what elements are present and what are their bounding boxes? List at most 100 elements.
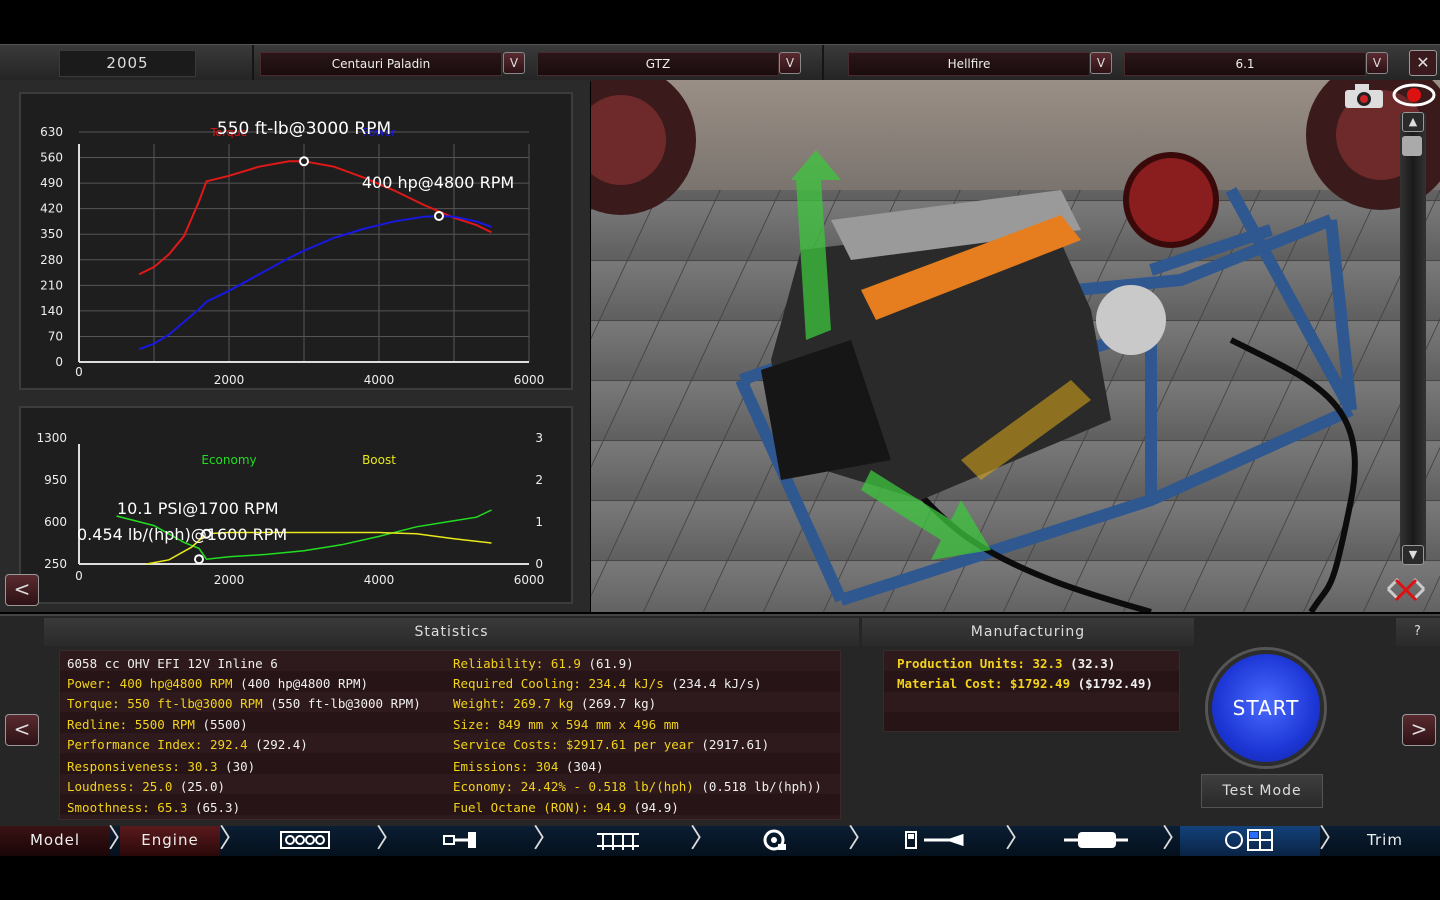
y2-tick-label: 2 bbox=[535, 473, 543, 487]
graphs-panel: 630 560 490 420 350 280 210 140 70 0 0 2000 4000 6000… bbox=[0, 80, 590, 612]
y-tick-label: 70 bbox=[48, 329, 63, 343]
statistics-box: 6058 cc OHV EFI 12V Inline 6 Power: 400 … bbox=[59, 650, 841, 820]
torque-peak-label: 550 ft-lb@3000 RPM bbox=[217, 119, 391, 139]
stat-material-cost: Material Cost: $1792.49 ($1792.49) bbox=[897, 676, 1153, 691]
x-tick-label: 0 bbox=[75, 569, 83, 583]
engine-variant-select[interactable]: 6.1 bbox=[1124, 52, 1366, 76]
turbocharger bbox=[1096, 285, 1166, 355]
x-tick-label: 6000 bbox=[514, 573, 545, 587]
y-tick-label: 490 bbox=[40, 176, 63, 190]
reset-view-icon[interactable] bbox=[1384, 574, 1428, 604]
test-mode-button[interactable]: Test Mode bbox=[1201, 774, 1323, 808]
chevron-right-icon: 〉 bbox=[533, 824, 560, 854]
chevron-right-icon: 〉 bbox=[376, 824, 403, 854]
nav-tab-heads[interactable] bbox=[568, 826, 668, 856]
stat-required-cooling: Required Cooling: 234.4 kJ/s (234.4 kJ/s… bbox=[453, 676, 762, 691]
collapse-graphs-button[interactable]: < bbox=[5, 574, 39, 606]
x-tick-label: 2000 bbox=[214, 573, 245, 587]
stat-power: Power: 400 hp@4800 RPM (400 hp@4800 RPM) bbox=[67, 676, 369, 691]
engine-family-select[interactable]: Hellfire bbox=[848, 52, 1090, 76]
x-tick-label: 6000 bbox=[514, 373, 545, 387]
nav-tab-engine[interactable]: Engine bbox=[120, 826, 220, 856]
nav-tab-dyno[interactable] bbox=[1180, 826, 1320, 856]
power-peak-label: 400 hp@4800 RPM bbox=[362, 173, 514, 192]
stat-size: Size: 849 mm x 594 mm x 496 mm bbox=[453, 717, 679, 732]
trim-dropdown-button[interactable]: V bbox=[779, 52, 801, 74]
x-tick-label: 4000 bbox=[364, 373, 395, 387]
turbo-icon bbox=[763, 829, 786, 851]
boost-peak-label: 10.1 PSI@1700 RPM bbox=[117, 499, 279, 518]
y-tick-label: 1300 bbox=[36, 431, 67, 445]
manufacturing-box: Production Units: 32.3 (32.3) Material C… bbox=[883, 650, 1180, 732]
engine-variant-dropdown-button[interactable]: V bbox=[1366, 52, 1388, 74]
crank-icon bbox=[443, 832, 476, 848]
zoom-in-button[interactable]: ▲ bbox=[1402, 112, 1424, 132]
nav-tab-turbo[interactable] bbox=[725, 826, 825, 856]
dyno-icon bbox=[1225, 829, 1273, 851]
zoom-slider-handle[interactable] bbox=[1402, 136, 1422, 156]
economy-boost-chart-svg: 1300 950 600 250 3 2 1 0 0 2000 4000 6000 Economy Boo… bbox=[36, 431, 545, 587]
stat-emissions: Emissions: 304 (304) bbox=[453, 759, 604, 774]
family-dropdown-button[interactable]: V bbox=[503, 52, 525, 74]
eye-icon[interactable] bbox=[1391, 80, 1437, 110]
stat-engine-desc: 6058 cc OHV EFI 12V Inline 6 bbox=[67, 656, 278, 671]
designer-nav-bar: Model 〉 Engine 〉 〉 〉 〉 〉 〉 〉 〉 Trim bbox=[0, 826, 1440, 856]
y-tick-label: 420 bbox=[40, 202, 63, 216]
nav-tab-model[interactable]: Model bbox=[0, 826, 110, 856]
stat-responsiveness: Responsiveness: 30.3 (30) bbox=[67, 759, 256, 774]
y-tick-label: 140 bbox=[40, 304, 63, 318]
stat-production-units: Production Units: 32.3 (32.3) bbox=[897, 656, 1116, 671]
chevron-right-icon: 〉 bbox=[1162, 824, 1189, 854]
stat-loudness: Loudness: 25.0 (25.0) bbox=[67, 779, 226, 794]
power-torque-chart-svg: 630 560 490 420 350 280 210 140 70 00 2000 4000 6000… bbox=[40, 119, 545, 387]
close-button[interactable]: ✕ bbox=[1409, 50, 1437, 76]
help-button[interactable]: ? bbox=[1396, 618, 1440, 646]
nav-tab-fuel[interactable] bbox=[880, 826, 990, 856]
trim-select[interactable]: GTZ bbox=[537, 52, 779, 76]
exhaust-icon bbox=[1064, 832, 1128, 848]
start-button[interactable]: START bbox=[1208, 650, 1324, 766]
boost-legend: Boost bbox=[362, 453, 396, 467]
stat-performance-index: Performance Index: 292.4 (292.4) bbox=[67, 737, 308, 752]
chevron-right-icon: 〉 bbox=[108, 826, 134, 854]
heads-icon bbox=[597, 833, 639, 850]
engine-3d-viewport[interactable]: ▲ ▼ bbox=[591, 80, 1440, 612]
x-tick-label: 2000 bbox=[214, 373, 245, 387]
engine-render bbox=[591, 80, 1440, 612]
nav-tab-crank[interactable] bbox=[410, 826, 510, 856]
chevron-right-icon: 〉 bbox=[1005, 824, 1032, 854]
statistics-header: Statistics bbox=[44, 618, 859, 646]
stat-service-costs: Service Costs: $2917.61 per year (2917.6… bbox=[453, 737, 770, 752]
stat-torque: Torque: 550 ft-lb@3000 RPM (550 ft-lb@30… bbox=[67, 696, 421, 711]
family-select[interactable]: Centauri Paladin bbox=[260, 52, 502, 76]
nav-tab-exhaust[interactable] bbox=[1040, 826, 1150, 856]
x-tick-label: 4000 bbox=[364, 573, 395, 587]
y-tick-label: 210 bbox=[40, 278, 63, 292]
chevron-right-icon: 〉 bbox=[219, 824, 246, 854]
next-section-button[interactable]: > bbox=[1402, 714, 1436, 746]
nav-tab-trim[interactable]: Trim bbox=[1335, 826, 1435, 856]
stat-smoothness: Smoothness: 65.3 (65.3) bbox=[67, 800, 241, 815]
economy-boost-chart: 1300 950 600 250 3 2 1 0 0 2000 4000 6000 Economy Boo… bbox=[19, 406, 573, 604]
fuel-icon bbox=[905, 831, 964, 849]
economy-peak-marker bbox=[194, 554, 204, 565]
stat-fuel-octane: Fuel Octane (RON): 94.9 (94.9) bbox=[453, 800, 679, 815]
camera-icon[interactable] bbox=[1341, 80, 1389, 110]
zoom-slider[interactable]: ▲ ▼ bbox=[1400, 112, 1426, 565]
prev-section-button[interactable]: < bbox=[5, 714, 39, 746]
engine-family-dropdown-button[interactable]: V bbox=[1090, 52, 1112, 74]
chevron-right-icon: 〉 bbox=[690, 824, 717, 854]
block-icon bbox=[280, 831, 330, 849]
zoom-out-button[interactable]: ▼ bbox=[1402, 545, 1424, 565]
dyno-flywheel bbox=[1123, 152, 1219, 248]
power-peak-marker bbox=[434, 210, 444, 221]
power-torque-chart: 630 560 490 420 350 280 210 140 70 0 0 2000 4000 6000… bbox=[19, 92, 573, 390]
y-tick-label: 630 bbox=[40, 125, 63, 139]
nav-tab-block[interactable] bbox=[250, 826, 360, 856]
economy-peak-label: 0.454 lb/(hph)@1600 RPM bbox=[77, 525, 287, 544]
y-tick-label: 950 bbox=[44, 473, 67, 487]
manufacturing-header: Manufacturing bbox=[862, 618, 1194, 646]
divider bbox=[252, 45, 254, 81]
y-tick-label: 560 bbox=[40, 151, 63, 165]
chevron-right-icon: 〉 bbox=[1319, 824, 1346, 854]
